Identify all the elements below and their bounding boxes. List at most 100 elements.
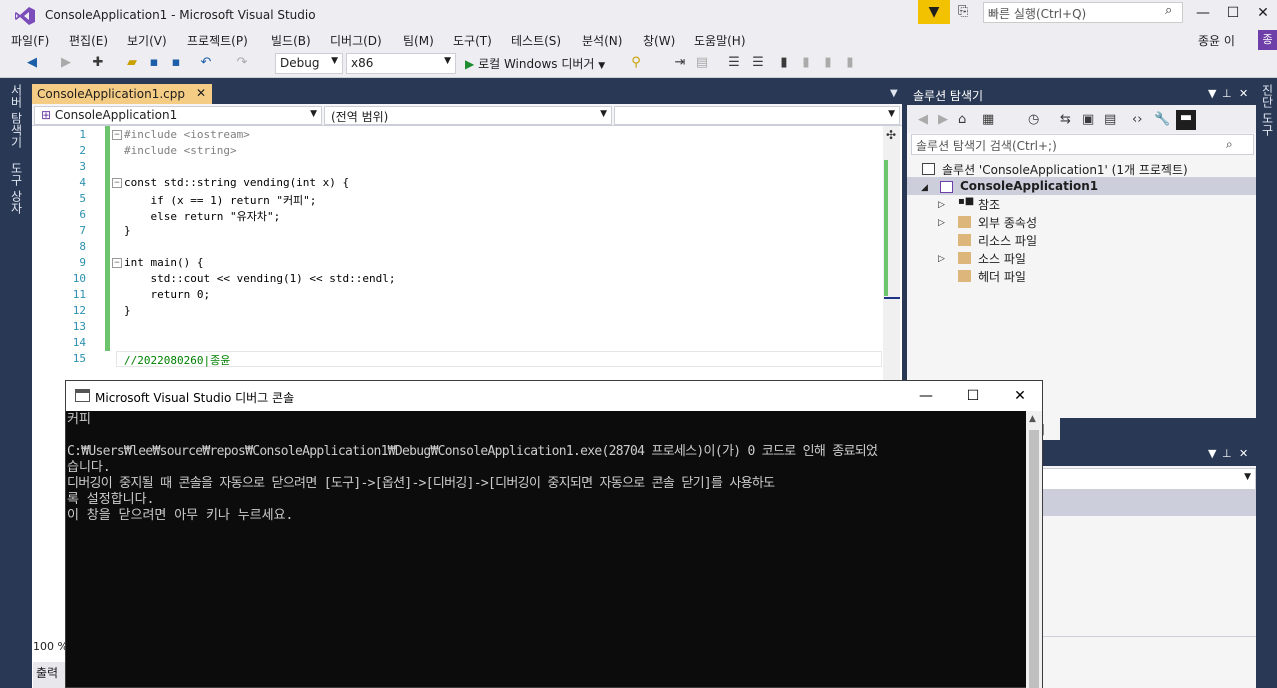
panel-close-icon[interactable]: ✕	[1239, 87, 1248, 100]
line-number: 14	[72, 336, 86, 349]
find-in-files-icon[interactable]: ⚲	[628, 55, 644, 70]
menu-analyze[interactable]: 분석(N)	[582, 32, 622, 49]
properties-wrench-icon[interactable]: 🔧	[1154, 112, 1170, 127]
uncomment-icon[interactable]: ☰	[750, 55, 766, 70]
collapse-all-icon[interactable]: ▣	[1082, 112, 1094, 127]
project-scope-select[interactable]: ⊞ ConsoleApplication1 ▼	[34, 106, 322, 125]
tab-list-dropdown-icon[interactable]: ▼	[890, 88, 898, 99]
pin-icon[interactable]: ⊥	[1222, 87, 1232, 100]
console-minimize-button[interactable]: —	[906, 383, 946, 409]
expanded-arrow-icon[interactable]: ◢	[921, 183, 928, 193]
back-icon[interactable]: ◀	[24, 55, 40, 70]
menu-edit[interactable]: 편집(E)	[69, 32, 108, 49]
redo-icon[interactable]: ↷	[234, 55, 250, 70]
menu-build[interactable]: 빌드(B)	[271, 32, 311, 49]
close-tab-icon[interactable]: ✕	[196, 86, 206, 100]
panel-options-icon[interactable]: ▼	[1208, 447, 1216, 460]
collapsed-arrow-icon[interactable]: ▷	[938, 200, 945, 210]
references-icon: ▪■	[958, 196, 975, 207]
member-select[interactable]: ▼	[614, 106, 900, 125]
tree-item-solution[interactable]: 솔루션 'ConsoleApplication1' (1개 프로젝트)	[942, 161, 1188, 178]
menu-test[interactable]: 테스트(S)	[511, 32, 561, 49]
feedback-icon[interactable]: ⎘	[958, 4, 976, 22]
clear-bookmarks-icon[interactable]: ▮	[842, 55, 858, 70]
back-icon[interactable]: ◀	[918, 112, 928, 127]
split-icon[interactable]: ✣	[886, 128, 896, 142]
tree-item-external-dependencies[interactable]: 외부 종속성	[978, 214, 1037, 231]
watch-icon[interactable]: ▤	[694, 55, 710, 70]
collapse-icon[interactable]: −	[112, 178, 122, 188]
editor-tab-file[interactable]: ConsoleApplication1.cpp	[32, 84, 212, 104]
new-project-icon[interactable]: ✚	[90, 55, 106, 70]
menu-team[interactable]: 팀(M)	[403, 32, 434, 49]
solution-explorer-title: 솔루션 탐색기	[907, 84, 1256, 105]
right-tool-tabs: 진단 도구	[1256, 78, 1277, 688]
notification-filter-icon[interactable]: ▼	[918, 0, 950, 24]
current-line-highlight	[116, 351, 882, 367]
menu-window[interactable]: 창(W)	[643, 32, 675, 49]
change-tracking-bar	[105, 126, 110, 351]
menu-help[interactable]: 도움말(H)	[694, 32, 746, 49]
save-icon[interactable]: ▪	[146, 55, 162, 70]
collapsed-arrow-icon[interactable]: ▷	[938, 254, 945, 264]
open-file-icon[interactable]: ▰	[124, 55, 140, 70]
pending-changes-icon[interactable]: ◷	[1028, 112, 1039, 127]
home-icon[interactable]: ⌂	[958, 112, 966, 127]
tree-item-resource-files[interactable]: 리소스 파일	[978, 232, 1037, 249]
account-name[interactable]: 종윤 이	[1198, 32, 1235, 49]
solution-configuration-select[interactable]: Debug ▼	[275, 53, 343, 74]
save-all-icon[interactable]: ▪	[168, 55, 184, 70]
menu-debug[interactable]: 디버그(D)	[330, 32, 382, 49]
console-maximize-button[interactable]: ☐	[953, 383, 993, 409]
line-number: 3	[79, 160, 86, 173]
solution-platform-select[interactable]: x86 ▼	[346, 53, 456, 74]
pin-icon[interactable]: ⊥	[1222, 447, 1232, 460]
collapsed-arrow-icon[interactable]: ▷	[938, 218, 945, 228]
collapse-icon[interactable]: −	[112, 258, 122, 268]
console-close-button[interactable]: ✕	[1000, 383, 1040, 409]
diagnostic-tools-tab[interactable]: 진단 도구	[1259, 84, 1276, 136]
account-avatar[interactable]: 종이	[1258, 30, 1277, 50]
bookmark-icon[interactable]: ▮	[776, 55, 792, 70]
code-line: if (x == 1) return "커피";	[124, 194, 317, 207]
step-icon[interactable]: ⇥	[672, 55, 688, 70]
minimize-button[interactable]: —	[1190, 2, 1216, 24]
undo-icon[interactable]: ↶	[198, 55, 214, 70]
show-all-files-icon[interactable]: ▤	[1104, 112, 1116, 127]
menu-tools[interactable]: 도구(T)	[453, 32, 492, 49]
sync-icon[interactable]: ⇆	[1060, 112, 1071, 127]
tree-item-source-files[interactable]: 소스 파일	[978, 250, 1026, 267]
preview-icon[interactable]: ▬	[1176, 110, 1196, 130]
previous-bookmark-icon[interactable]: ▮	[798, 55, 814, 70]
switch-views-icon[interactable]: ▦	[982, 112, 994, 127]
tree-item-project[interactable]: ConsoleApplication1	[960, 179, 1098, 193]
view-code-icon[interactable]: ‹›	[1132, 112, 1142, 127]
toolbox-tab[interactable]: 도구 상자	[8, 162, 25, 214]
chevron-down-icon: ▼	[888, 109, 895, 119]
start-debugging-button[interactable]: ▶ 로컬 Windows 디버거 ▼	[465, 55, 605, 72]
scroll-up-icon[interactable]: ▲	[1029, 414, 1036, 424]
close-button[interactable]: ✕	[1250, 2, 1276, 24]
maximize-button[interactable]: ☐	[1220, 2, 1246, 24]
panel-options-icon[interactable]: ▼	[1208, 87, 1216, 100]
tree-item-references[interactable]: 참조	[978, 196, 1000, 213]
quick-launch-input[interactable]: 빠른 실행(Ctrl+Q)	[983, 2, 1183, 23]
menu-project[interactable]: 프로젝트(P)	[187, 32, 248, 49]
collapse-icon[interactable]: −	[112, 130, 122, 140]
tree-item-header-files[interactable]: 헤더 파일	[978, 268, 1026, 285]
global-scope-select[interactable]: (전역 범위) ▼	[324, 106, 612, 125]
server-explorer-tab[interactable]: 서버 탐색기	[8, 84, 25, 148]
forward-icon[interactable]: ▶	[938, 112, 948, 127]
scrollbar-caret-marker	[884, 297, 900, 299]
solution-explorer-search[interactable]: 솔루션 탐색기 검색(Ctrl+;)	[911, 134, 1254, 155]
forward-icon[interactable]: ▶	[58, 55, 74, 70]
menu-view[interactable]: 보기(V)	[127, 32, 167, 49]
debug-console-window[interactable]	[65, 380, 1043, 688]
comment-icon[interactable]: ☰	[726, 55, 742, 70]
zoom-level[interactable]: 100 %	[33, 640, 65, 654]
console-scrollbar-thumb[interactable]	[1029, 430, 1039, 688]
panel-close-icon[interactable]: ✕	[1239, 447, 1248, 460]
menu-file[interactable]: 파일(F)	[11, 32, 49, 49]
output-window-tab[interactable]: 출력	[33, 662, 65, 688]
next-bookmark-icon[interactable]: ▮	[820, 55, 836, 70]
